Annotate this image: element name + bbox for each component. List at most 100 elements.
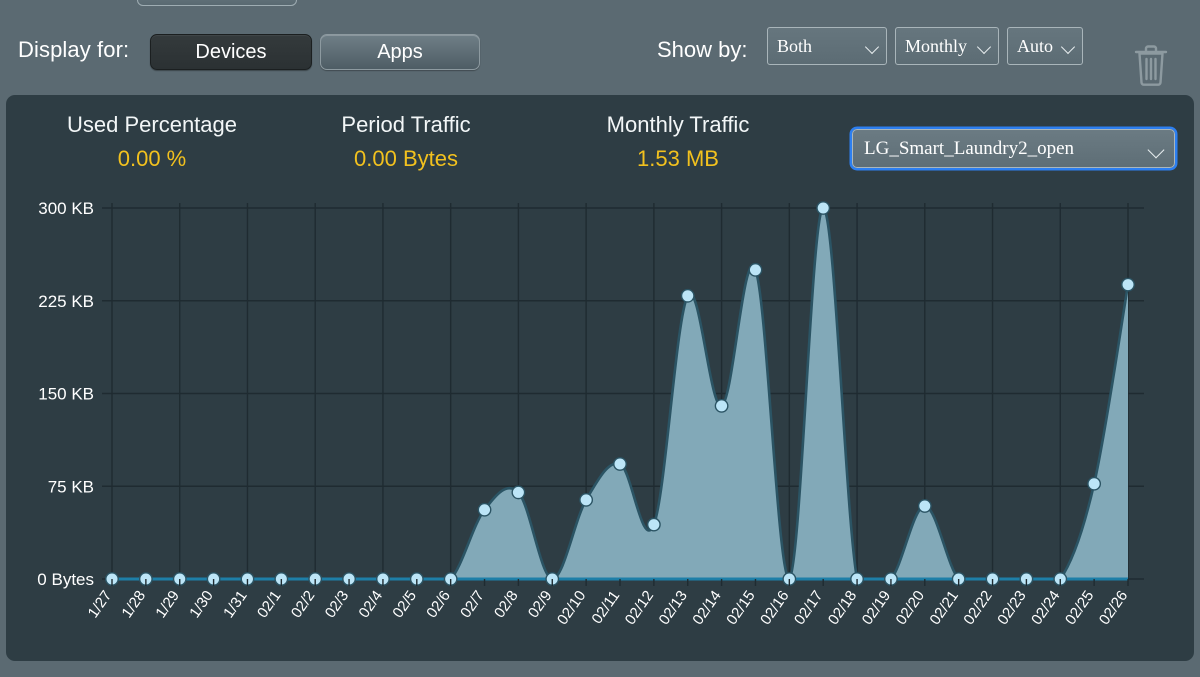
- data-point-marker[interactable]: [545, 572, 560, 586]
- stat-value: 0.00 %: [117, 146, 187, 171]
- x-axis-tick-label: 02/1: [254, 588, 285, 622]
- chevron-down-icon: [978, 42, 992, 51]
- data-point-marker[interactable]: [105, 572, 119, 586]
- x-axis-tick-label: 02/24: [1028, 588, 1063, 629]
- series-line: [110, 206, 1130, 581]
- stat-period-traffic: Period Traffic 0.00 Bytes: [296, 111, 516, 172]
- data-point-marker[interactable]: [1019, 572, 1034, 586]
- data-point-marker[interactable]: [579, 492, 594, 507]
- show-by-label: Show by:: [657, 37, 748, 62]
- data-point-marker[interactable]: [511, 485, 526, 500]
- data-point-marker[interactable]: [206, 572, 221, 586]
- data-point-marker[interactable]: [748, 262, 763, 277]
- chart-panel: Used Percentage 0.00 % Period Traffic 0.…: [6, 95, 1194, 661]
- x-axis-tick-label: 1/27: [85, 588, 116, 622]
- data-point-marker[interactable]: [477, 502, 492, 517]
- data-point-marker[interactable]: [680, 288, 695, 303]
- devices-button[interactable]: Devices: [150, 34, 312, 70]
- stat-title: Period Traffic: [341, 112, 471, 137]
- x-axis-tick-label: 02/9: [525, 588, 556, 622]
- data-point-marker[interactable]: [409, 572, 424, 586]
- toolbar: Display for: Devices Apps Show by: Both …: [0, 14, 1200, 86]
- y-axis-tick-label: 225 KB: [38, 292, 94, 311]
- x-axis-tick-label: 02/13: [656, 588, 691, 629]
- data-point-marker[interactable]: [850, 572, 864, 586]
- x-axis-tick-label: 02/10: [554, 588, 589, 629]
- x-axis-tick-label: 02/26: [1096, 588, 1131, 629]
- data-point-marker[interactable]: [274, 572, 289, 586]
- period-select[interactable]: Monthly: [895, 27, 999, 65]
- chevron-down-icon: [866, 42, 880, 51]
- y-axis-tick-label: 0 Bytes: [37, 570, 94, 589]
- data-point-marker[interactable]: [816, 201, 831, 215]
- stat-title: Monthly Traffic: [606, 112, 750, 137]
- x-axis-tick-label: 02/6: [423, 588, 454, 622]
- device-select-value: LG_Smart_Laundry2_open: [864, 137, 1075, 159]
- data-point-marker[interactable]: [917, 499, 932, 513]
- data-point-marker[interactable]: [951, 572, 966, 586]
- scale-value: Auto: [1017, 35, 1053, 56]
- x-axis-tick-label: 02/18: [825, 588, 860, 629]
- display-for-label: Display for:: [18, 37, 130, 62]
- traffic-direction-select[interactable]: Both: [767, 27, 887, 65]
- trash-icon: [1134, 45, 1168, 86]
- x-axis-tick-label: 02/8: [491, 588, 522, 622]
- data-point-marker[interactable]: [138, 572, 153, 586]
- area-fill: [112, 208, 1128, 579]
- x-axis-tick-label: 02/7: [457, 588, 488, 622]
- x-axis-tick-label: 02/3: [322, 588, 353, 622]
- data-point-marker[interactable]: [613, 457, 627, 471]
- y-axis-tick-label: 150 KB: [38, 385, 94, 404]
- y-axis-tick-label: 300 KB: [38, 199, 94, 218]
- data-point-marker[interactable]: [172, 572, 187, 586]
- x-axis-tick-label: 02/25: [1062, 588, 1097, 629]
- x-axis-tick-label: 02/2: [288, 588, 319, 622]
- chevron-down-icon: [1149, 144, 1165, 154]
- x-axis-tick-label: 02/21: [926, 588, 961, 629]
- x-axis-tick-label: 02/16: [757, 588, 792, 629]
- stat-used-percentage: Used Percentage 0.00 %: [42, 111, 262, 172]
- device-select[interactable]: LG_Smart_Laundry2_open: [852, 129, 1175, 168]
- x-axis-tick-label: 1/28: [118, 588, 149, 622]
- data-point-marker[interactable]: [342, 572, 356, 586]
- stat-title: Used Percentage: [67, 112, 237, 137]
- traffic-monitor-window: Display for: Devices Apps Show by: Both …: [0, 0, 1200, 677]
- x-axis-tick-label: 02/19: [859, 588, 894, 629]
- x-axis-tick-label: 1/30: [186, 588, 217, 622]
- x-axis-tick-label: 02/14: [689, 588, 724, 629]
- apps-button[interactable]: Apps: [320, 34, 480, 70]
- data-point-marker[interactable]: [985, 572, 1000, 586]
- data-point-marker[interactable]: [1053, 572, 1068, 586]
- period-value: Monthly: [905, 35, 968, 56]
- x-axis-tick-label: 02/15: [723, 588, 758, 629]
- data-point-marker[interactable]: [240, 572, 255, 586]
- stat-value: 1.53 MB: [637, 146, 719, 171]
- data-point-marker[interactable]: [443, 572, 458, 586]
- scale-select[interactable]: Auto: [1007, 27, 1083, 65]
- x-axis-tick-label: 1/31: [220, 588, 251, 622]
- traffic-direction-value: Both: [777, 35, 813, 56]
- x-axis-tick-label: 02/22: [960, 588, 995, 629]
- data-point-marker[interactable]: [308, 572, 323, 586]
- stat-monthly-traffic: Monthly Traffic 1.53 MB: [568, 111, 788, 172]
- x-axis-tick-label: 02/5: [389, 588, 420, 622]
- data-point-marker[interactable]: [1121, 277, 1135, 292]
- x-axis-tick-label: 02/23: [994, 588, 1029, 629]
- chevron-down-icon: [1062, 42, 1076, 51]
- data-point-marker[interactable]: [782, 572, 797, 586]
- traffic-area-chart: 0 Bytes 75 KB 150 KB 225 KB 300 KB 1/27 1/28 1/…: [37, 199, 1144, 629]
- data-point-marker[interactable]: [1087, 476, 1102, 491]
- delete-button[interactable]: [1128, 41, 1174, 89]
- data-point-marker[interactable]: [376, 572, 390, 586]
- data-point-marker[interactable]: [646, 517, 661, 532]
- x-axis-tick-label: 02/11: [588, 588, 623, 628]
- x-axis-tick-label: 02/4: [356, 588, 387, 622]
- x-axis-tick-label: 02/20: [893, 588, 928, 629]
- stat-value: 0.00 Bytes: [354, 146, 458, 171]
- partial-top-button[interactable]: [137, 0, 297, 6]
- traffic-chart: 0 Bytes 75 KB 150 KB 225 KB 300 KB 1/27 1/28 1/…: [6, 95, 1194, 661]
- x-axis-tick-label: 02/12: [622, 588, 657, 629]
- y-axis-tick-label: 75 KB: [48, 477, 94, 496]
- data-point-marker[interactable]: [714, 398, 729, 413]
- data-point-marker[interactable]: [884, 572, 898, 586]
